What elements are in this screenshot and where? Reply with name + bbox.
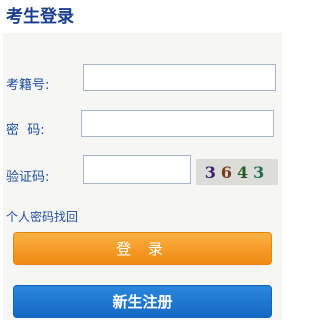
exam-id-label: 考籍号:	[6, 78, 50, 93]
page-title: 考生登录	[6, 7, 74, 27]
captcha-digit: 3	[204, 162, 221, 182]
captcha-image[interactable]: 3 6 4 3	[196, 159, 278, 185]
password-input[interactable]	[81, 110, 274, 137]
captcha-digit: 6	[220, 162, 237, 182]
captcha-label: 验证码:	[6, 170, 50, 185]
captcha-digit: 3	[253, 162, 270, 182]
exam-id-input[interactable]	[83, 64, 276, 91]
password-label: 密 码:	[6, 123, 45, 138]
captcha-input[interactable]	[83, 155, 191, 184]
register-button[interactable]: 新生注册	[13, 285, 272, 318]
login-button[interactable]: 登 录	[13, 232, 272, 265]
captcha-digit: 4	[237, 162, 254, 182]
recover-password-link[interactable]: 个人密码找回	[6, 208, 78, 225]
